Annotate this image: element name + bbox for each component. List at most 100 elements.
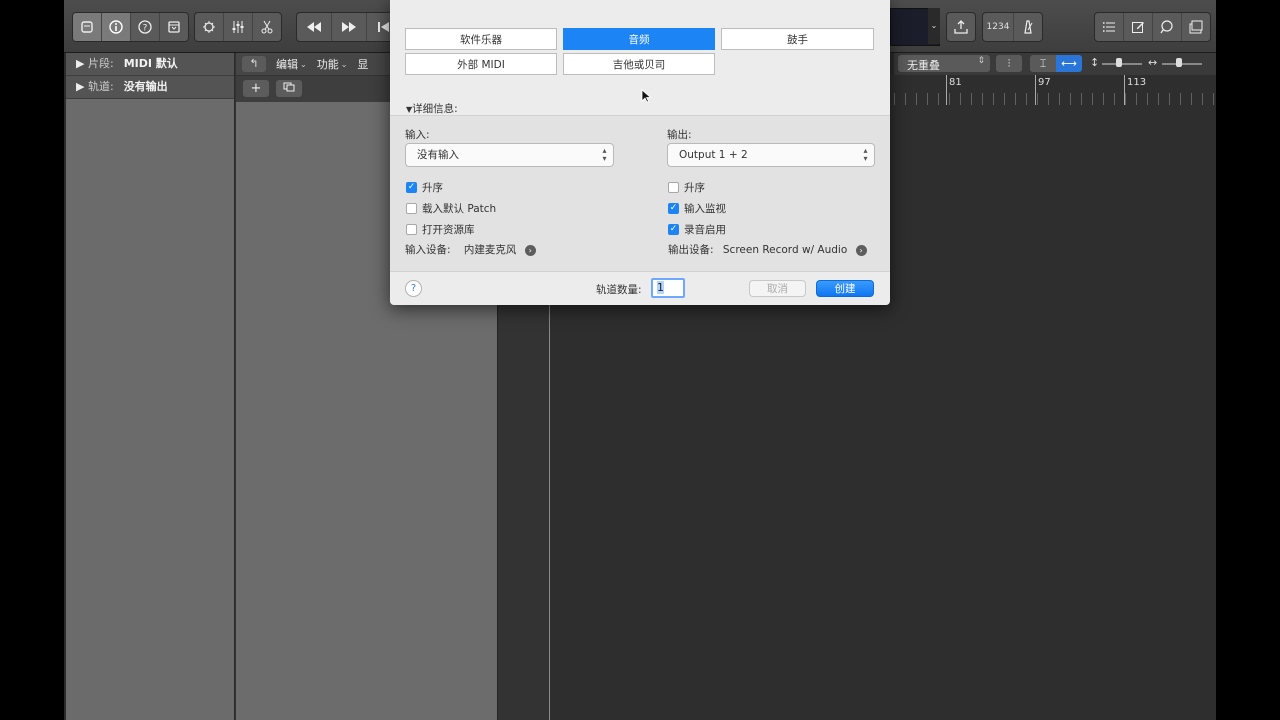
inspector-button[interactable] bbox=[102, 13, 131, 41]
track-type-external-midi[interactable]: 外部 MIDI bbox=[405, 53, 557, 75]
track-inspector-header[interactable]: ▶ 轨道: 没有输出 bbox=[66, 76, 234, 99]
forward-button[interactable] bbox=[332, 13, 367, 41]
metronome-icon bbox=[1024, 20, 1033, 34]
load-patch-checkbox[interactable] bbox=[406, 203, 417, 214]
list-icon bbox=[1102, 22, 1115, 32]
mixer-button[interactable] bbox=[224, 13, 253, 41]
track-value: 没有输出 bbox=[123, 80, 168, 93]
output-ascending-label: 升序 bbox=[684, 182, 705, 194]
track-label: 轨道: bbox=[87, 80, 114, 93]
horizontal-fit-button[interactable]: ⟷ bbox=[1056, 55, 1082, 72]
region-inspector-header[interactable]: ▶ 片段: MIDI 默认 bbox=[66, 53, 234, 76]
rewind-button[interactable] bbox=[297, 13, 332, 41]
output-device-arrow-icon[interactable]: › bbox=[855, 244, 867, 256]
info-icon bbox=[109, 20, 123, 34]
details-label: 详细信息: bbox=[412, 103, 458, 115]
record-enable-checkbox[interactable]: ✓ bbox=[668, 224, 679, 235]
input-popup[interactable]: 没有输入 ▴ ▾ bbox=[405, 143, 614, 167]
menu-edit[interactable]: 编辑 bbox=[276, 56, 298, 72]
duplicate-icon bbox=[283, 82, 295, 92]
library-button[interactable] bbox=[73, 13, 102, 41]
ruler-number: 81 bbox=[949, 77, 962, 88]
snap-value: 无重叠 bbox=[907, 59, 940, 72]
toolbar-icon bbox=[168, 21, 180, 33]
horizontal-fit-icon: ⟷ bbox=[1061, 57, 1077, 70]
vertical-zoom-slider[interactable] bbox=[1102, 63, 1142, 65]
notepad-button[interactable] bbox=[1124, 13, 1153, 41]
toolbar-toggle-button[interactable] bbox=[160, 13, 188, 41]
open-library-checkbox[interactable] bbox=[406, 224, 417, 235]
loop-browser-button[interactable] bbox=[1153, 13, 1182, 41]
output-popup[interactable]: Output 1 + 2 ▴ ▾ bbox=[667, 143, 875, 167]
count-in-group: 1234 bbox=[982, 12, 1043, 42]
count-in-button[interactable]: 1234 bbox=[983, 13, 1014, 41]
go-to-start-icon bbox=[378, 22, 389, 32]
waveform-icon: ⫶ bbox=[1007, 57, 1011, 70]
share-button[interactable] bbox=[947, 13, 975, 41]
rewind-icon bbox=[307, 22, 321, 32]
ruler-number: 113 bbox=[1127, 77, 1147, 88]
mouse-cursor-icon bbox=[641, 89, 651, 103]
track-type-software-instrument[interactable]: 软件乐器 bbox=[405, 28, 557, 50]
duplicate-track-button[interactable] bbox=[276, 80, 302, 97]
input-ascending-checkbox[interactable]: ✓ bbox=[406, 182, 417, 193]
back-arrow-icon[interactable]: ↰ bbox=[242, 56, 266, 72]
metronome-button[interactable] bbox=[1014, 13, 1042, 41]
track-type-guitar-bass[interactable]: 吉他或贝司 bbox=[563, 53, 715, 75]
menu-functions[interactable]: 功能 bbox=[317, 56, 339, 72]
view-button-group: ? bbox=[72, 12, 189, 42]
edit-button-group bbox=[194, 12, 282, 42]
track-type-audio[interactable]: 音频 bbox=[563, 28, 715, 50]
track-count-label: 轨道数量: bbox=[596, 284, 642, 296]
scissors-icon bbox=[261, 20, 273, 34]
input-device-row: 输入设备: 内建麦克风 › bbox=[405, 242, 536, 257]
input-label: 输入: bbox=[405, 129, 430, 141]
waveform-zoom-button[interactable]: ⫶ bbox=[996, 55, 1022, 72]
output-ascending-checkbox[interactable] bbox=[668, 182, 679, 193]
ruler-number: 97 bbox=[1038, 77, 1051, 88]
add-track-button[interactable]: + bbox=[243, 80, 269, 97]
track-type-drummer[interactable]: 鼓手 bbox=[721, 28, 874, 50]
svg-text:?: ? bbox=[143, 24, 148, 34]
details-disclosure[interactable]: ▼详细信息: bbox=[406, 101, 458, 116]
input-device-value: 内建麦克风 bbox=[463, 244, 517, 256]
popup-arrows-icon: ▴ ▾ bbox=[602, 146, 607, 163]
browser-button[interactable] bbox=[1182, 13, 1210, 41]
smart-controls-icon bbox=[203, 21, 215, 33]
popup-arrows-icon: ⇕ bbox=[977, 56, 985, 66]
transport-group bbox=[296, 12, 402, 42]
input-device-arrow-icon[interactable]: › bbox=[524, 244, 536, 256]
open-library-label: 打开资源库 bbox=[422, 224, 475, 236]
question-icon: ? bbox=[138, 20, 152, 34]
popup-arrows-icon: ▴ ▾ bbox=[863, 146, 868, 163]
share-icon bbox=[954, 20, 968, 34]
quick-help-button[interactable]: ? bbox=[131, 13, 160, 41]
snap-popup[interactable]: 无重叠 ⇕ bbox=[898, 55, 990, 72]
create-button[interactable]: 创建 bbox=[816, 280, 874, 297]
inspector-panel: ▶ 片段: MIDI 默认 ▶ 轨道: 没有输出 bbox=[66, 53, 234, 720]
list-editors-button[interactable] bbox=[1095, 13, 1124, 41]
note-edit-icon bbox=[1132, 22, 1144, 33]
vertical-zoom-knob[interactable] bbox=[1116, 58, 1122, 67]
output-device-label: 输出设备: bbox=[668, 244, 714, 256]
track-count-input[interactable]: 1 bbox=[651, 278, 685, 298]
vertical-fit-button[interactable]: ⌶ bbox=[1030, 55, 1056, 72]
bar-ruler[interactable]: 81 97 113 bbox=[894, 75, 1216, 105]
arrange-control-bar: 无重叠 ⇕ ⫶ ⌶ ⟷ ↕ ↔ bbox=[894, 53, 1216, 76]
input-ascending-label: 升序 bbox=[422, 182, 443, 194]
record-enable-label: 录音启用 bbox=[684, 224, 726, 236]
forward-icon bbox=[342, 22, 356, 32]
horizontal-zoom-knob[interactable] bbox=[1176, 58, 1182, 67]
editors-button[interactable] bbox=[253, 13, 281, 41]
vertical-zoom-icon: ↕ bbox=[1090, 56, 1100, 69]
region-value: MIDI 默认 bbox=[123, 57, 178, 70]
lcd-dropdown-chevron[interactable]: ⌄ bbox=[928, 8, 940, 44]
cancel-button[interactable]: 取消 bbox=[749, 280, 806, 297]
help-button[interactable]: ? bbox=[405, 280, 422, 297]
mixer-icon bbox=[232, 21, 244, 33]
horizontal-zoom-icon: ↔ bbox=[1148, 56, 1158, 69]
menu-view[interactable]: 显 bbox=[357, 56, 368, 72]
horizontal-zoom-slider[interactable] bbox=[1162, 63, 1202, 65]
input-monitor-checkbox[interactable]: ✓ bbox=[668, 203, 679, 214]
smart-controls-button[interactable] bbox=[195, 13, 224, 41]
